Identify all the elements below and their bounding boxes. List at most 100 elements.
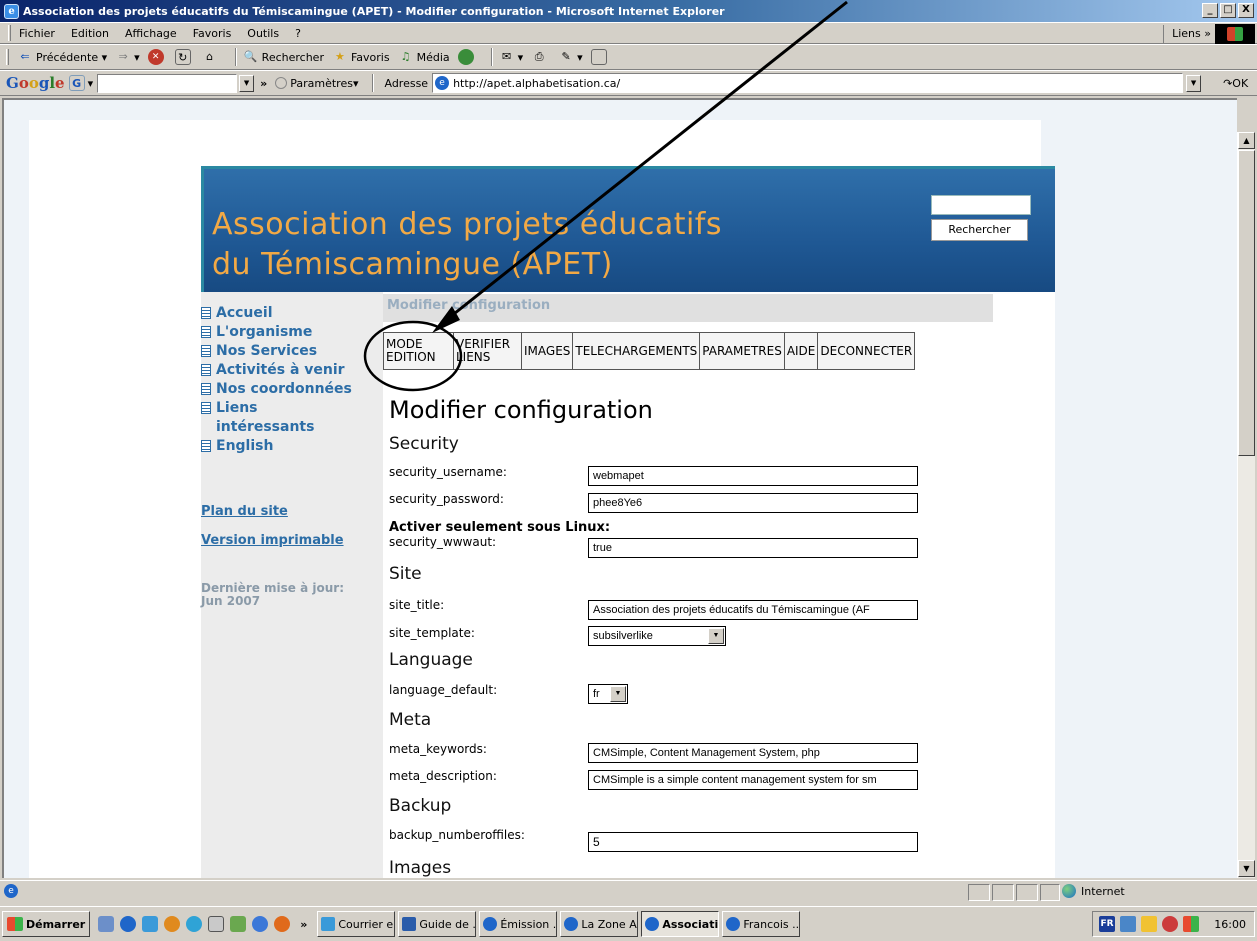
task-la-zone[interactable]: La Zone A... bbox=[560, 911, 639, 937]
meta-description-field[interactable]: CMSimple is a simple content management … bbox=[588, 770, 918, 790]
site-title-field[interactable]: Association des projets éducatifs du Tém… bbox=[588, 600, 918, 620]
refresh-button[interactable]: ↻ bbox=[174, 49, 194, 65]
backup-numberoffiles-field[interactable]: 5 bbox=[588, 832, 918, 852]
show-desktop-icon[interactable] bbox=[98, 916, 115, 932]
maximize-button[interactable]: □ bbox=[1220, 3, 1236, 18]
admin-menu-verifier-liens[interactable]: VERIFIER LIENS bbox=[454, 333, 522, 369]
antivirus-tray-icon[interactable] bbox=[1162, 916, 1178, 932]
admin-menu-mode-edition[interactable]: MODE EDITION bbox=[384, 333, 454, 369]
last-update: Dernière mise à jour: Jun 2007 bbox=[201, 581, 345, 608]
browser-viewport: Association des projets éducatifs du Tém… bbox=[2, 98, 1237, 878]
menu-outils[interactable]: Outils bbox=[247, 27, 279, 40]
printable-link[interactable]: Version imprimable bbox=[201, 533, 344, 548]
nav-item-english[interactable]: English bbox=[201, 437, 381, 456]
address-dropdown-button[interactable]: ▼ bbox=[1186, 74, 1202, 92]
stop-button[interactable]: ✕ bbox=[147, 49, 167, 65]
google-search-input[interactable] bbox=[97, 73, 238, 93]
media-button[interactable]: ♫ Média bbox=[398, 49, 450, 65]
language-indicator[interactable]: FR bbox=[1099, 916, 1115, 932]
mail-button[interactable]: ✉ ▾ bbox=[499, 49, 523, 65]
discuss-button[interactable] bbox=[590, 49, 610, 65]
quicklaunch-overflow[interactable]: » bbox=[300, 918, 307, 931]
task-guide[interactable]: Guide de ... bbox=[398, 911, 477, 937]
window-title-bar[interactable]: e Association des projets éducatifs du T… bbox=[0, 0, 1257, 22]
nav-item-activites[interactable]: Activités à venir bbox=[201, 361, 381, 380]
menu-help[interactable]: ? bbox=[295, 27, 301, 40]
volume-tray-icon[interactable] bbox=[1183, 916, 1199, 932]
nav-item-organisme[interactable]: L'organisme bbox=[201, 323, 381, 342]
google-address-bar: Google G ▾ ▼ » Paramètres▾ Adresse e http… bbox=[0, 70, 1257, 96]
search-icon[interactable] bbox=[252, 916, 269, 932]
menu-edition[interactable]: Edition bbox=[71, 27, 109, 40]
media-player-icon[interactable] bbox=[164, 916, 181, 932]
vertical-scrollbar[interactable]: ▲ ▼ bbox=[1237, 132, 1255, 878]
scroll-down-button[interactable]: ▼ bbox=[1238, 860, 1255, 877]
messenger-tray-icon[interactable] bbox=[1141, 916, 1157, 932]
favorites-button[interactable]: ★ Favoris bbox=[332, 49, 390, 65]
meta-keywords-field[interactable]: CMSimple, Content Management System, php bbox=[588, 743, 918, 763]
nav-item-coordonnees[interactable]: Nos coordonnées bbox=[201, 380, 381, 399]
toolbar-grip[interactable] bbox=[6, 49, 9, 65]
security-password-field[interactable]: phee8Ye6 bbox=[588, 493, 918, 513]
firefox-icon[interactable] bbox=[274, 916, 291, 932]
admin-menu-parametres[interactable]: PARAMETRES bbox=[700, 333, 785, 369]
media-icon: ♫ bbox=[400, 50, 411, 63]
minimize-button[interactable]: _ bbox=[1202, 3, 1218, 18]
edit-button[interactable]: ✎ ▾ bbox=[558, 49, 583, 65]
history-button[interactable] bbox=[457, 49, 477, 65]
site-search-button[interactable]: Rechercher bbox=[931, 219, 1028, 241]
google-dropdown-button[interactable]: ▼ bbox=[239, 74, 255, 92]
home-button[interactable]: ⌂ bbox=[202, 49, 221, 65]
task-francois[interactable]: Francois ... bbox=[722, 911, 801, 937]
links-toolbar-button[interactable]: Liens » bbox=[1163, 25, 1211, 43]
favorites-icon: ★ bbox=[335, 50, 345, 63]
scroll-up-button[interactable]: ▲ bbox=[1238, 132, 1255, 149]
site-search-input[interactable] bbox=[931, 195, 1031, 215]
language-default-select[interactable]: fr ▼ bbox=[588, 684, 628, 704]
admin-menu-images[interactable]: IMAGES bbox=[522, 333, 574, 369]
back-button[interactable]: ⇐ Précédente ▾ bbox=[17, 49, 107, 65]
mail-icon[interactable] bbox=[208, 916, 225, 932]
menu-bar: Fichier Edition Affichage Favoris Outils… bbox=[0, 22, 1257, 44]
network-icon[interactable] bbox=[230, 916, 247, 932]
search-button[interactable]: 🔍 Rechercher bbox=[243, 49, 324, 65]
task-emission[interactable]: Émission ... bbox=[479, 911, 558, 937]
go-button[interactable]: ↷OK bbox=[1223, 77, 1248, 90]
nav-item-services[interactable]: Nos Services bbox=[201, 342, 381, 361]
address-input[interactable]: e http://apet.alphabetisation.ca/ bbox=[432, 73, 1184, 93]
quick-launch: » bbox=[98, 916, 307, 932]
nav-item-accueil[interactable]: Accueil bbox=[201, 304, 381, 323]
ie-quicklaunch-icon[interactable] bbox=[120, 916, 137, 932]
chevron-down-icon: ▼ bbox=[708, 628, 724, 644]
address-value: http://apet.alphabetisation.ca/ bbox=[453, 76, 621, 90]
explorer-icon[interactable] bbox=[142, 916, 159, 932]
menu-affichage[interactable]: Affichage bbox=[125, 27, 177, 40]
task-courrier[interactable]: Courrier e... bbox=[317, 911, 396, 937]
section-site: Site bbox=[389, 564, 422, 584]
menu-favoris[interactable]: Favoris bbox=[193, 27, 232, 40]
task-association[interactable]: Associati... bbox=[641, 911, 720, 937]
site-template-select[interactable]: subsilverlike ▼ bbox=[588, 626, 726, 646]
security-username-field[interactable]: webmapet bbox=[588, 466, 918, 486]
network-tray-icon[interactable] bbox=[1120, 916, 1136, 932]
admin-menu-deconnecter[interactable]: DECONNECTER bbox=[818, 333, 914, 369]
section-security: Security bbox=[389, 434, 459, 454]
close-button[interactable]: X bbox=[1238, 3, 1254, 18]
toolbar-grip[interactable] bbox=[8, 25, 11, 41]
status-segment bbox=[968, 884, 990, 901]
admin-menu-telechargements[interactable]: TELECHARGEMENTS bbox=[573, 333, 701, 369]
messenger-icon[interactable] bbox=[186, 916, 203, 932]
sitemap-link[interactable]: Plan du site bbox=[201, 504, 288, 519]
security-wwwaut-field[interactable]: true bbox=[588, 538, 918, 558]
google-menu-button[interactable]: G ▾ bbox=[68, 75, 93, 91]
site-nav: Accueil L'organisme Nos Services Activit… bbox=[201, 304, 381, 456]
nav-item-liens[interactable]: Liens intéressants bbox=[201, 399, 381, 437]
admin-menu-aide[interactable]: AIDE bbox=[785, 333, 819, 369]
google-settings-button[interactable]: Paramètres▾ bbox=[275, 77, 358, 90]
print-button[interactable]: ⎙ bbox=[531, 49, 550, 65]
forward-button[interactable]: ⇒ ▾ bbox=[115, 49, 140, 65]
google-more-chevron[interactable]: » bbox=[260, 77, 267, 90]
menu-fichier[interactable]: Fichier bbox=[19, 27, 55, 40]
scroll-thumb[interactable] bbox=[1238, 150, 1255, 456]
start-button[interactable]: Démarrer bbox=[2, 911, 91, 937]
